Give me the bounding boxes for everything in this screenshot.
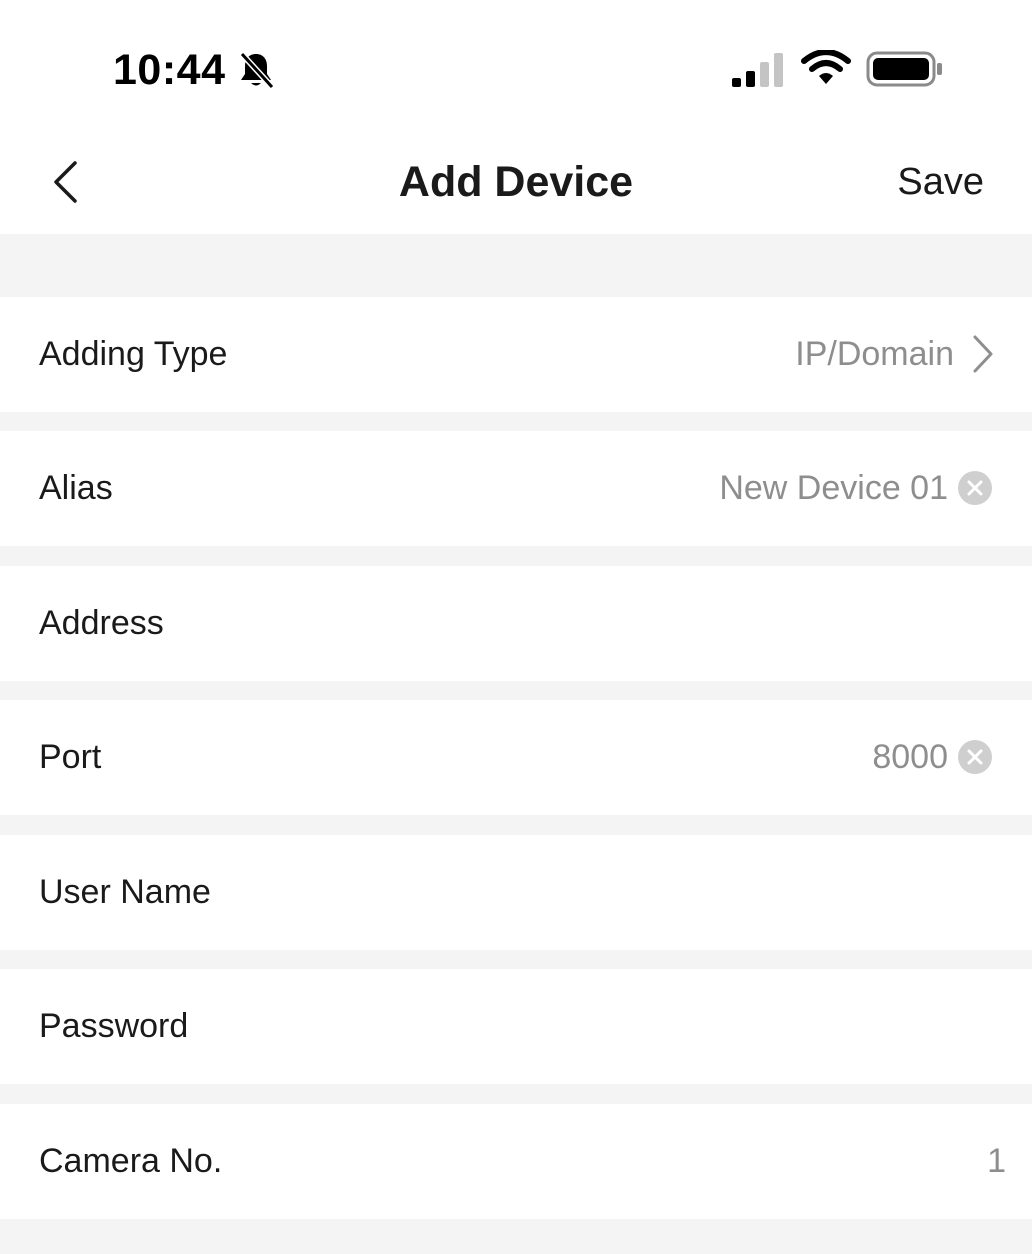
user-name-input[interactable] [260, 835, 992, 952]
adding-type-row[interactable]: Adding Type IP/Domain [0, 297, 1032, 412]
address-label: Address [39, 604, 164, 642]
port-value[interactable]: 8000 [872, 700, 948, 815]
address-row: Address [0, 566, 1032, 683]
camera-no-value[interactable]: 1 [987, 1104, 1006, 1219]
camera-no-label: Camera No. [39, 1142, 223, 1180]
clear-port-icon[interactable] [958, 740, 992, 774]
status-time: 10:44 [113, 46, 226, 94]
status-bar: 10:44 [0, 0, 1032, 130]
chevron-right-icon [973, 335, 993, 373]
port-label: Port [39, 738, 102, 776]
bell-slash-icon [239, 51, 275, 90]
password-input[interactable] [260, 969, 992, 1086]
nav-bar: Add Device Save [0, 130, 1032, 234]
save-button[interactable]: Save [897, 154, 984, 210]
password-row: Password [0, 969, 1032, 1086]
address-input[interactable] [260, 566, 992, 683]
battery-icon [866, 51, 942, 87]
user-name-row: User Name [0, 835, 1032, 952]
alias-label: Alias [39, 469, 113, 507]
adding-type-value: IP/Domain [795, 335, 954, 373]
password-label: Password [39, 1007, 189, 1045]
port-row: Port 8000 [0, 700, 1032, 815]
cellular-signal-icon [732, 53, 783, 87]
wifi-icon [801, 50, 851, 84]
alias-value[interactable]: New Device 01 [719, 431, 948, 546]
camera-no-row: Camera No. 1 [0, 1104, 1032, 1219]
page-title: Add Device [398, 158, 634, 206]
alias-row: Alias New Device 01 [0, 431, 1032, 546]
clear-alias-icon[interactable] [958, 471, 992, 505]
user-name-label: User Name [39, 873, 211, 911]
adding-type-label: Adding Type [39, 335, 228, 373]
